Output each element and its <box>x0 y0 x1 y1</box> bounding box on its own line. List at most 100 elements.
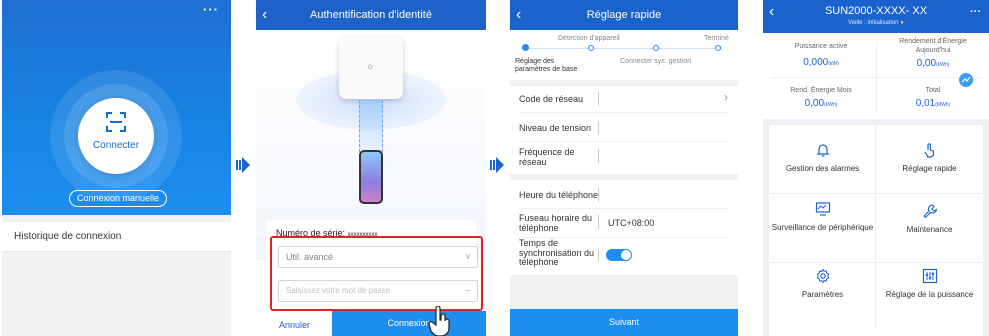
stat-value: 0,000 <box>803 57 829 68</box>
stat-energy-month: Rend. Énergie Mois 0,00(kWh) <box>766 86 876 109</box>
step-dot <box>653 45 659 51</box>
auth-topbar: ‹ Authentification d'identité <box>256 0 486 30</box>
time-sync-label: Temps de synchronisation du téléphone <box>519 238 595 267</box>
divider <box>771 77 981 78</box>
frequency-row[interactable]: Fréquence de réseau <box>510 142 738 174</box>
page-title: Réglage rapide <box>586 9 662 21</box>
status-dot: ● <box>900 20 904 26</box>
more-icon[interactable]: ··· <box>203 2 219 17</box>
stat-unit: (kW) <box>828 61 839 67</box>
inverter-illustration: ✿ <box>339 37 403 99</box>
timezone-label: Fuseau horaire du téléphone <box>519 213 593 233</box>
tile-quick-setup[interactable]: Réglage rapide <box>876 142 983 173</box>
stat-unit: (kWh) <box>936 62 950 68</box>
divider <box>876 42 877 114</box>
tile-alarm-management[interactable]: Gestion des alarmes <box>769 142 876 173</box>
voltage-level-label: Niveau de tension <box>519 123 592 133</box>
time-sync-toggle[interactable] <box>606 249 632 261</box>
device-header: ‹ SUN2000-XXXX- XX Veille : initialisati… <box>763 0 989 33</box>
stat-label: Rend. Énergie Mois <box>790 87 852 94</box>
wrench-icon <box>922 204 937 219</box>
stat-label: Total <box>925 87 941 94</box>
tile-parameters[interactable]: Paramètres <box>769 268 876 299</box>
step-label: Connecter sys. gestion <box>620 58 692 65</box>
timezone-row[interactable]: Fuseau horaire du téléphone UTC+08:00 <box>510 209 738 237</box>
page-title: Authentification d'identité <box>310 9 432 21</box>
back-icon[interactable]: ‹ <box>262 0 267 30</box>
frequency-label: Fréquence de réseau <box>519 147 575 167</box>
step-label: Détection d'appareil <box>558 35 620 42</box>
phone-time-row[interactable]: Heure du téléphone <box>510 180 738 208</box>
connect-hero: ··· Connecter Connexion manuelle <box>2 0 231 215</box>
tile-label: Réglage de la puissance <box>885 290 974 299</box>
separator <box>598 215 599 229</box>
separator <box>598 121 599 135</box>
divider <box>769 262 983 263</box>
grid-code-row[interactable]: Code de réseau › <box>510 86 738 112</box>
stat-unit: (MWh) <box>935 102 951 108</box>
cancel-button[interactable]: Annuler <box>279 320 310 330</box>
connect-label: Connecter <box>92 140 140 151</box>
step-track <box>524 48 720 49</box>
stat-value: 0,01 <box>915 98 936 109</box>
voltage-level-row[interactable]: Niveau de tension <box>510 113 738 141</box>
auth-screen: ‹ Authentification d'identité ✿ Numéro d… <box>256 0 486 336</box>
chart-icon[interactable] <box>959 73 973 87</box>
brand-logo-icon: ✿ <box>367 64 373 71</box>
more-icon[interactable]: ··· <box>970 6 981 18</box>
device-title: SUN2000-XXXX- XX <box>824 5 928 17</box>
stat-value: 0,00 <box>916 58 937 69</box>
back-icon[interactable]: ‹ <box>516 0 521 30</box>
status-text: Veille : initialisation <box>848 20 899 26</box>
arrow-right-icon <box>236 157 250 173</box>
touch-icon <box>923 143 934 158</box>
stat-label: Puissance active <box>794 43 848 50</box>
step-dot <box>522 44 529 51</box>
step-dot <box>588 45 594 51</box>
tile-label: Gestion des alarmes <box>785 164 860 173</box>
device-status: Veille : initialisation ● <box>763 20 989 26</box>
tile-label: Paramètres <box>801 290 844 299</box>
connection-history-item[interactable]: Historique de connexion <box>2 222 231 252</box>
next-button[interactable]: Suivant <box>510 309 738 336</box>
stat-total: Total 0,01(MWh) <box>878 86 988 109</box>
tile-maintenance[interactable]: Maintenance <box>876 203 983 234</box>
scan-icon <box>106 112 126 132</box>
separator <box>598 248 599 262</box>
divider <box>769 193 983 194</box>
separator <box>598 149 599 163</box>
stat-active-power: Puissance active 0,000(kW) <box>766 42 876 68</box>
login-button[interactable]: Connexion <box>332 311 486 336</box>
step-dot <box>715 45 721 51</box>
hand-pointer-icon <box>428 306 450 336</box>
step-label: Terminé <box>704 35 729 42</box>
timezone-value: UTC+08:00 <box>608 218 655 228</box>
grid-code-label: Code de réseau <box>519 94 584 104</box>
bell-icon <box>816 144 829 157</box>
monitor-icon <box>815 202 830 216</box>
separator <box>598 92 599 106</box>
manual-connection-button[interactable]: Connexion manuelle <box>69 190 167 207</box>
device-home-screen: ‹ SUN2000-XXXX- XX Veille : initialisati… <box>763 0 989 336</box>
connect-screen: ··· Connecter Connexion manuelle Histori… <box>2 0 231 336</box>
separator <box>598 188 599 202</box>
chevron-right-icon: › <box>724 90 728 104</box>
tile-device-monitoring[interactable]: Surveillance de périphérique <box>769 201 876 232</box>
tile-power-adjustment[interactable]: Réglage de la puissance <box>876 268 983 299</box>
nfc-beam <box>359 100 383 152</box>
stat-unit: (kWh) <box>824 102 838 108</box>
phone-time-label: Heure du téléphone <box>519 190 599 200</box>
quick-setup-topbar: ‹ Réglage rapide <box>510 0 738 30</box>
gear-icon <box>816 268 829 284</box>
quick-setup-screen: ‹ Réglage rapide Détection d'appareil Te… <box>510 0 738 336</box>
highlight-frame <box>270 236 483 311</box>
tile-label: Maintenance <box>906 225 953 234</box>
arrow-right-icon <box>490 157 504 173</box>
stat-energy-today: Rendement d'Énergie Aujourd'hui 0,00(kWh… <box>878 37 988 69</box>
phone-illustration <box>359 150 383 204</box>
stat-label: Rendement d'Énergie Aujourd'hui <box>899 38 967 54</box>
sliders-icon <box>922 268 937 284</box>
connect-button[interactable]: Connecter <box>78 98 154 174</box>
step-indicator: Détection d'appareil Terminé Réglage des… <box>510 30 738 80</box>
tile-label: Réglage rapide <box>902 164 957 173</box>
